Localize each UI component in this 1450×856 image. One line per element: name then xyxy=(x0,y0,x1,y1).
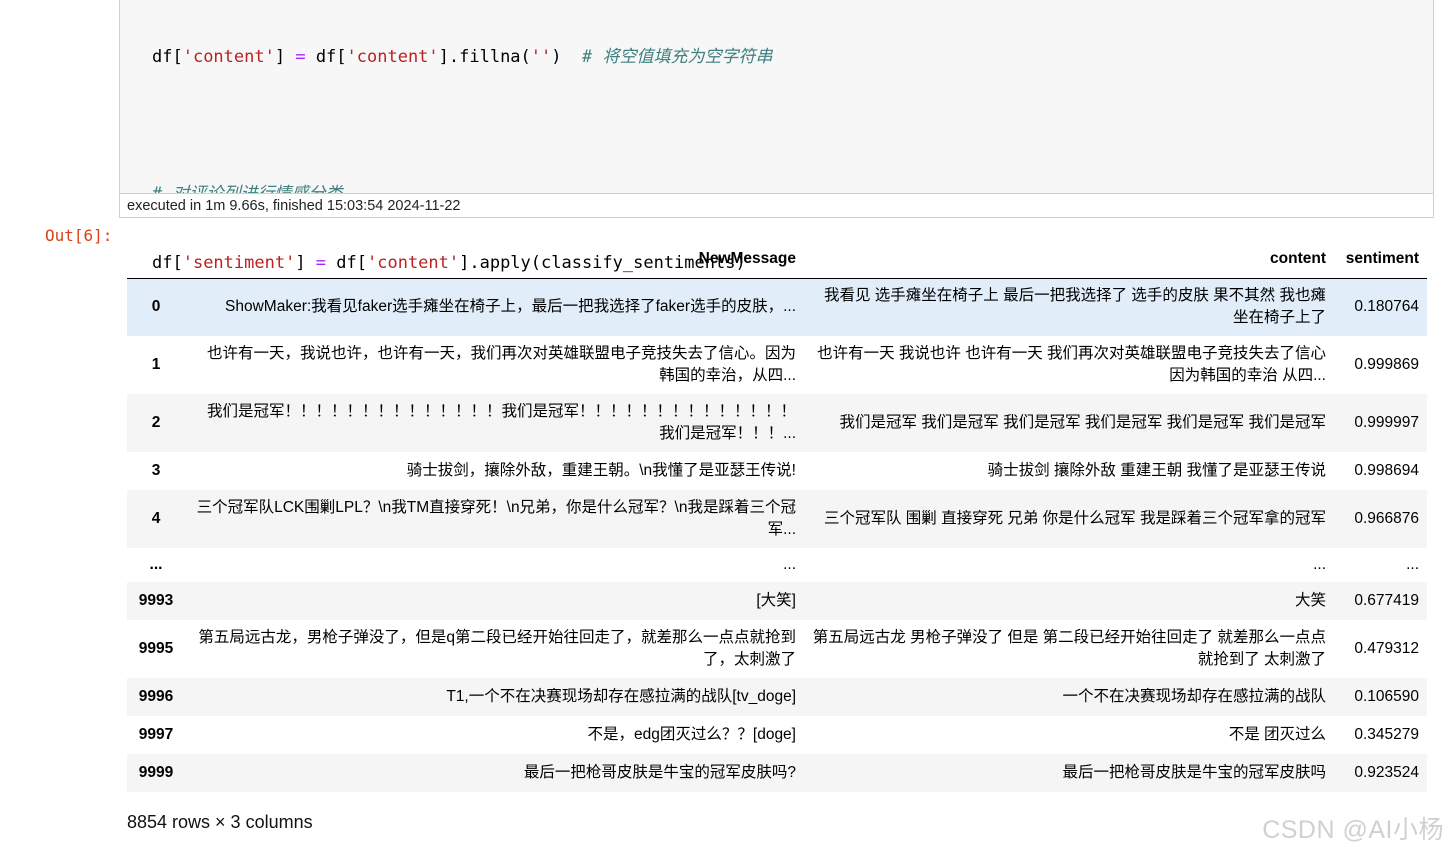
column-header-content: content xyxy=(804,240,1334,279)
cell-content: ... xyxy=(1313,556,1326,573)
dataframe-table: NewMessage content sentiment 0 ShowMaker… xyxy=(127,240,1427,792)
cell-newmessage: 不是，edg团灭过么？？[doge] xyxy=(587,726,796,743)
table-row-ellipsis: ... ... ... ... xyxy=(127,548,1427,582)
cell-sentiment: 0.180764 xyxy=(1354,298,1419,316)
cell-content: 大笑 xyxy=(1294,592,1326,609)
row-index: 9999 xyxy=(138,764,174,781)
table-row[interactable]: 9995 第五局远古龙，男枪子弹没了，但是q第二段已经开始往回走了，就差那么一点… xyxy=(127,620,1427,678)
table-row[interactable]: 2 我们是冠军！！！！！！！！！！！！！！我们是冠军！！！！！！！！！！！！！！… xyxy=(127,394,1427,452)
row-index: 0 xyxy=(151,298,161,316)
table-row[interactable]: 4 三个冠军队LCK围剿LPL？\n我TM直接穿死！\n兄弟，你是什么冠军？\n… xyxy=(127,490,1427,548)
string-token: '' xyxy=(530,47,552,67)
cell-newmessage: 我们是冠军！！！！！！！！！！！！！！我们是冠军！！！！！！！！！！！！！！我们… xyxy=(206,403,796,442)
index-header xyxy=(127,240,187,279)
code-token: df[ xyxy=(152,47,183,67)
table-row[interactable]: 3 骑士拔剑，攘除外敌，重建王朝。\n我懂了是亚瑟王传说! 骑士拔剑 攘除外敌 … xyxy=(127,452,1427,490)
cell-newmessage: ... xyxy=(783,556,796,573)
table-header-row: NewMessage content sentiment xyxy=(127,240,1427,279)
cell-sentiment: 0.999869 xyxy=(1354,356,1419,373)
cell-newmessage: 也许有一天，我说也许，也许有一天，我们再次对英雄联盟电子竞技失去了信心。因为韩国… xyxy=(206,345,796,384)
cell-content: 我看见 选手瘫坐在椅子上 最后一把我选择了 选手的皮肤 果不其然 我也瘫坐在椅子… xyxy=(823,287,1326,327)
execution-status: executed in 1m 9.66s, finished 15:03:54 … xyxy=(119,193,1434,218)
operator-token: = xyxy=(295,47,306,67)
cell-content: 也许有一天 我说也许 也许有一天 我们再次对英雄联盟电子竞技失去了信心 因为韩国… xyxy=(817,345,1326,384)
code-token: ) xyxy=(551,47,582,67)
table-row[interactable]: 9997 不是，edg团灭过么？？[doge] 不是 团灭过么 0.345279 xyxy=(127,716,1427,754)
row-index: 9996 xyxy=(138,688,174,705)
cell-newmessage: [大笑] xyxy=(756,592,796,609)
cell-content: 我们是冠军 我们是冠军 我们是冠军 我们是冠军 我们是冠军 我们是冠军 xyxy=(839,414,1326,431)
table-row[interactable]: 1 也许有一天，我说也许，也许有一天，我们再次对英雄联盟电子竞技失去了信心。因为… xyxy=(127,336,1427,394)
cell-sentiment: ... xyxy=(1406,556,1419,573)
cell-newmessage: 三个冠军队LCK围剿LPL？\n我TM直接穿死！\n兄弟，你是什么冠军？\n我是… xyxy=(196,499,796,538)
cell-sentiment: 0.345279 xyxy=(1354,726,1419,743)
table-row[interactable]: 9999 最后一把枪哥皮肤是牛宝的冠军皮肤吗? 最后一把枪哥皮肤是牛宝的冠军皮肤… xyxy=(127,754,1427,792)
table-row[interactable]: 0 ShowMaker:我看见faker选手瘫坐在椅子上，最后一把我选择了fak… xyxy=(127,278,1427,336)
table-row[interactable]: 9996 T1,一个不在决赛现场却存在感拉满的战队[tv_doge] 一个不在决… xyxy=(127,678,1427,716)
cell-newmessage: 最后一把枪哥皮肤是牛宝的冠军皮肤吗? xyxy=(523,764,796,781)
column-header-newmessage: NewMessage xyxy=(187,240,804,279)
code-token: ].fillna( xyxy=(438,47,531,67)
cell-sentiment: 0.999997 xyxy=(1354,414,1419,431)
row-index: 4 xyxy=(151,510,161,527)
row-index: 9995 xyxy=(138,640,174,657)
cell-newmessage: 第五局远古龙，男枪子弹没了，但是q第二段已经开始往回走了，就差那么一点点就抢到了… xyxy=(198,629,796,668)
column-header-sentiment: sentiment xyxy=(1334,240,1427,279)
cell-newmessage: ShowMaker:我看见faker选手瘫坐在椅子上，最后一把我选择了faker… xyxy=(225,298,796,316)
dataframe-shape: 8854 rows × 3 columns xyxy=(127,812,313,832)
string-token: 'content' xyxy=(346,47,439,67)
row-index: 2 xyxy=(151,414,161,431)
watermark: CSDN @AI小杨 xyxy=(1262,816,1444,844)
row-index: ... xyxy=(149,556,163,573)
cell-sentiment: 0.998694 xyxy=(1354,462,1419,479)
cell-sentiment: 0.479312 xyxy=(1354,640,1419,657)
output-prompt: Out[6]: xyxy=(45,226,113,245)
cell-sentiment: 0.677419 xyxy=(1354,592,1419,609)
cell-content: 不是 团灭过么 xyxy=(1228,726,1326,743)
row-index: 3 xyxy=(151,462,161,479)
code-line-fillna: df['content'] = df['content'].fillna('')… xyxy=(152,46,772,69)
cell-content: 第五局远古龙 男枪子弹没了 但是 第二段已经开始往回走了 就差那么一点点就抢到了… xyxy=(812,629,1326,668)
cell-content: 一个不在决赛现场却存在感拉满的战队 xyxy=(1062,688,1326,705)
cell-content: 最后一把枪哥皮肤是牛宝的冠军皮肤吗 xyxy=(1062,764,1326,781)
code-comment: # 将空值填充为空字符串 xyxy=(581,47,773,67)
cell-newmessage: T1,一个不在决赛现场却存在感拉满的战队[tv_doge] xyxy=(446,688,796,705)
table-row[interactable]: 9993 [大笑] 大笑 0.677419 xyxy=(127,582,1427,620)
code-token: ] xyxy=(274,47,296,67)
cell-content: 骑士拔剑 攘除外敌 重建王朝 我懂了是亚瑟王传说 xyxy=(987,462,1326,479)
code-token: df[ xyxy=(305,47,347,67)
cell-sentiment: 0.106590 xyxy=(1354,688,1419,705)
row-index: 9997 xyxy=(138,726,174,743)
cell-sentiment: 0.923524 xyxy=(1354,764,1419,781)
cell-sentiment: 0.966876 xyxy=(1354,510,1419,527)
row-index: 9993 xyxy=(138,592,174,609)
cell-content: 三个冠军队 围剿 直接穿死 兄弟 你是什么冠军 我是踩着三个冠军拿的冠军 xyxy=(823,510,1326,527)
cell-newmessage: 骑士拔剑，攘除外敌，重建王朝。\n我懂了是亚瑟王传说! xyxy=(406,462,796,479)
string-token: 'content' xyxy=(182,47,275,67)
row-index: 1 xyxy=(151,356,161,373)
